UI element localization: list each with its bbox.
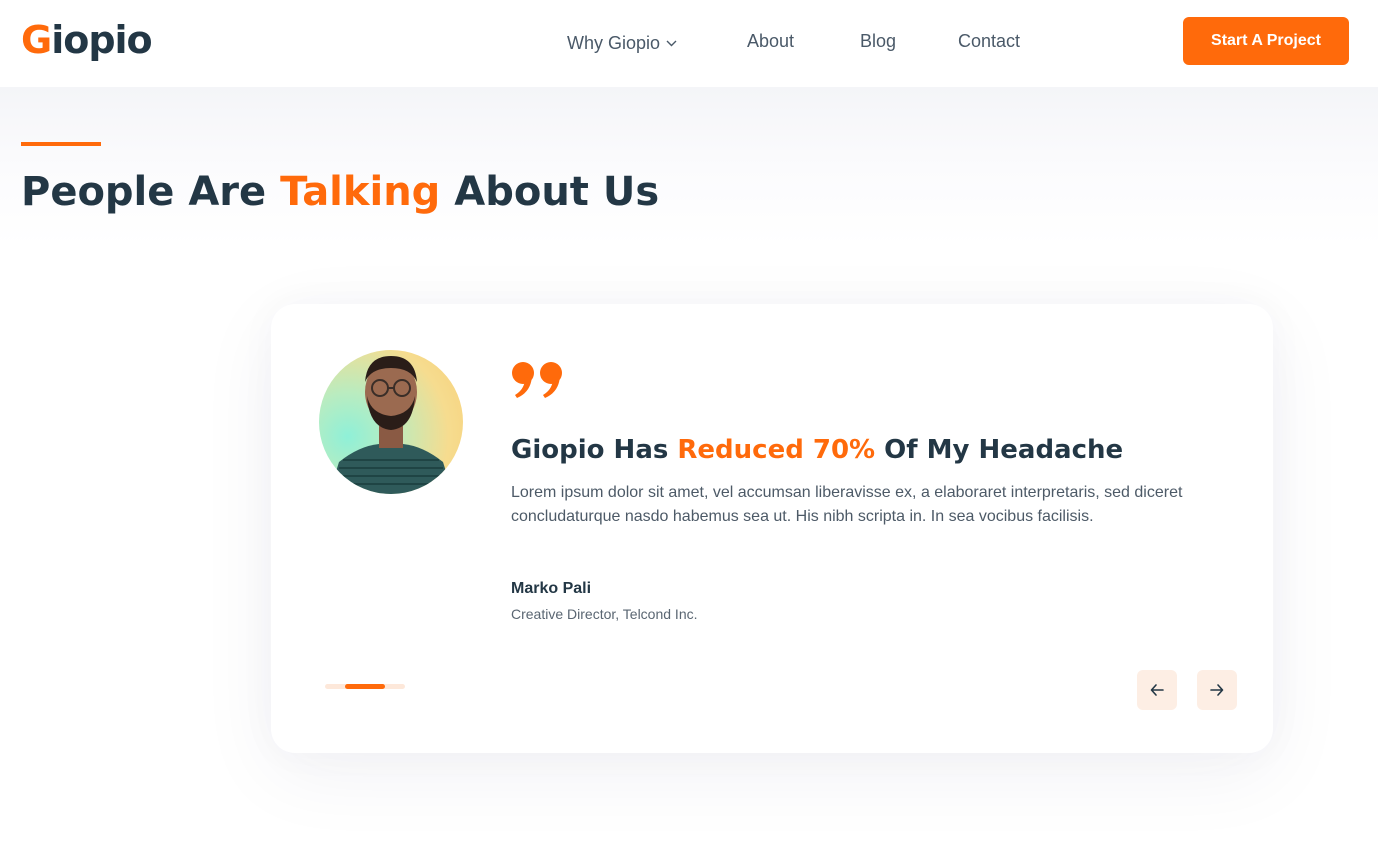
arrow-left-icon [1150,684,1164,696]
logo-initial: G [21,18,52,62]
site-header: Giopio Why Giopio About Blog Contact Sta… [0,0,1378,87]
testimonial-body: Lorem ipsum dolor sit amet, vel accumsan… [511,484,1183,525]
title-highlight: Reduced 70% [677,435,876,465]
logo-text: iopio [51,18,152,62]
heading-pre: People Are [21,169,281,215]
title-post: Of My Headache [875,435,1124,465]
nav-item-contact[interactable]: Contact [958,28,1020,54]
author-name: Marko Pali [511,580,592,597]
previous-slide-button[interactable] [1137,670,1177,710]
next-slide-button[interactable] [1197,670,1237,710]
heading-highlight: Talking [280,169,441,215]
testimonial-card: Giopio Has Reduced 70% Of My Headache Lo… [271,304,1273,753]
author-role: Creative Director, Telcond Inc. [511,606,698,622]
avatar [319,350,463,494]
start-project-button[interactable]: Start A Project [1183,17,1349,65]
quote-icon [511,360,567,400]
heading-accent-line [21,142,101,146]
heading-post: About Us [440,169,660,215]
chevron-down-icon [666,28,677,54]
nav-item-blog[interactable]: Blog [860,28,896,54]
pagination-active-indicator [345,684,385,689]
arrow-right-icon [1210,684,1224,696]
logo[interactable]: Giopio [21,14,153,66]
testimonial-title: Giopio Has Reduced 70% Of My Headache [511,430,1123,470]
nav-item-about[interactable]: About [747,28,794,54]
section-heading: People Are Talking About Us [21,166,659,218]
title-pre: Giopio Has [511,435,678,465]
slider-pagination[interactable] [325,684,405,689]
nav-item-why-giopio[interactable]: Why Giopio [567,28,677,56]
nav-item-label: Why Giopio [567,33,661,53]
